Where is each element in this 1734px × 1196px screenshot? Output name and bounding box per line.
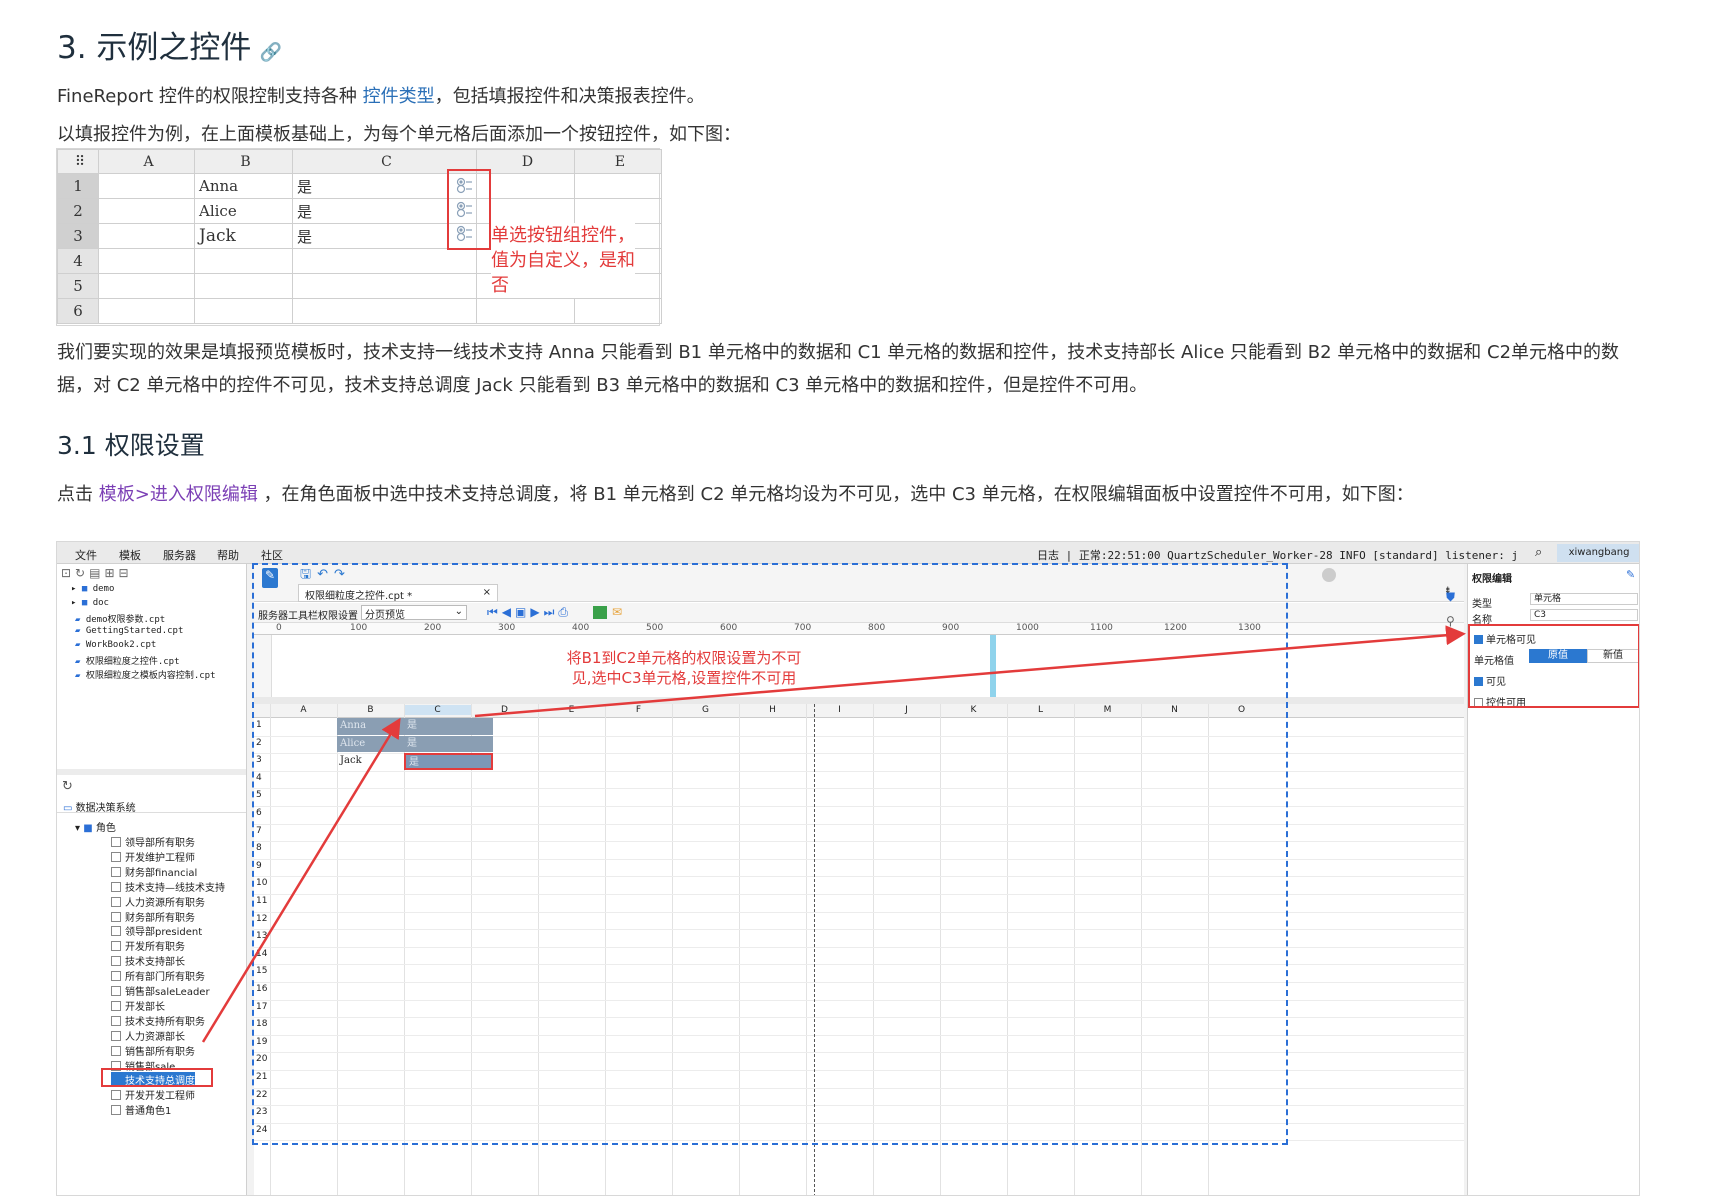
page-title-text: 3. 示例之控件: [57, 30, 252, 66]
cell-b: Anna: [194, 173, 293, 199]
cell-b: Jack: [194, 223, 293, 249]
col-header: E: [574, 149, 662, 174]
steps-after: ，在角色面板中选中技术支持总调度，将 B1 单元格到 C2 单元格均设为不可见，…: [257, 484, 1414, 505]
paragraph-intro: FineReport 控件的权限控制支持各种 控件类型，包括填报控件和决策报表控…: [57, 80, 705, 113]
radio-note: 单选按钮组控件， 值为自定义，是和 否: [491, 223, 635, 298]
page-title: 3. 示例之控件 🔗: [57, 22, 282, 67]
col-header: A: [98, 149, 195, 174]
annotation-arrows: [201, 625, 1466, 1043]
note-line: 值为自定义，是和: [491, 250, 635, 271]
row-header: 2: [57, 198, 99, 224]
arrow-from-role: [201, 717, 401, 1043]
corner-cell: ⠿: [57, 149, 99, 174]
radio-highlight-box: [447, 169, 491, 250]
note-line: 否: [491, 275, 509, 296]
col-header: D: [476, 149, 575, 174]
arrow-to-panel: [474, 625, 1466, 718]
paragraph-goal-1: 我们要实现的效果是填报预览模板时，技术支持一线技术支持 Anna 只能看到 B1…: [57, 342, 1620, 363]
col-header: B: [194, 149, 293, 174]
control-type-link[interactable]: 控件类型: [363, 86, 435, 107]
row-header: 1: [57, 173, 99, 199]
row-header: 4: [57, 248, 99, 274]
steps-before: 点击: [57, 484, 99, 505]
permission-edit-link[interactable]: 模板>进入权限编辑: [99, 484, 258, 505]
paragraph-example: 以填报控件为例，在上面模板基础上，为每个单元格后面添加一个按钮控件，如下图：: [57, 124, 741, 145]
sheet-image: ⠿ A B C D E 1 Anna 是 2 Alice 是 3 Jack 是 4 5 6 …: [56, 148, 662, 326]
row-header: 5: [57, 273, 99, 299]
designer-screenshot: 文件 模板 服务器 帮助 社区 日志 | 正常:22:51:00 QuartzS…: [56, 541, 1640, 1196]
anchor-link-icon[interactable]: 🔗: [259, 42, 281, 63]
row-header: 3: [57, 223, 99, 249]
intro-after: ，包括填报控件和决策报表控件。: [434, 86, 705, 107]
paragraph-steps: 点击 模板>进入权限编辑 ，在角色面板中选中技术支持总调度，将 B1 单元格到 …: [57, 478, 1414, 511]
cell-b: Alice: [194, 198, 293, 224]
note-line: 单选按钮组控件，: [491, 225, 635, 246]
row-header: 6: [57, 298, 99, 324]
intro-before: FineReport 控件的权限控制支持各种: [57, 86, 363, 107]
section-subheading: 3.1 权限设置: [57, 431, 205, 460]
paragraph-goal-2: 据，对 C2 单元格中的控件不可见，技术支持总调度 Jack 只能看到 B3 单…: [57, 375, 1148, 396]
